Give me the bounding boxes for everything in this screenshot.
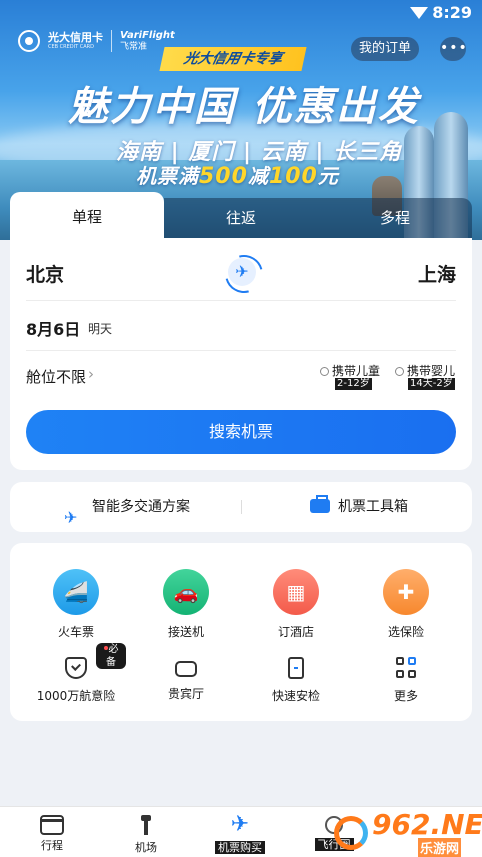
- service-train[interactable]: 🚄 火车票: [26, 569, 126, 640]
- infant-age-label: 14天-2岁: [408, 378, 455, 390]
- service-more[interactable]: 更多: [356, 657, 456, 704]
- shield-icon: [65, 657, 87, 679]
- watermark-number: 962.NET: [372, 808, 482, 841]
- divider: [241, 500, 242, 514]
- site-watermark: 962.NET 乐游网: [330, 808, 482, 857]
- more-menu-button[interactable]: •••: [440, 37, 467, 61]
- grid-icon: [396, 657, 416, 679]
- phone-icon: [288, 657, 304, 679]
- service-hotel[interactable]: ▦ 订酒店: [246, 569, 346, 640]
- my-orders-button[interactable]: 我的订单: [351, 37, 420, 61]
- chevron-right-icon: ›: [88, 365, 94, 383]
- promo-title: 魅力中国 优惠出发: [68, 84, 420, 130]
- service-airport-transfer[interactable]: 🚗 接送机: [136, 569, 236, 640]
- search-flights-button[interactable]: 搜索机票: [26, 410, 456, 454]
- divider: [26, 300, 456, 301]
- service-vip-lounge[interactable]: 贵宾厅: [136, 657, 236, 702]
- service-insurance[interactable]: ✚ 选保险: [356, 569, 456, 640]
- plane-transit-icon: [64, 493, 84, 543]
- radio-icon: [320, 367, 329, 376]
- infant-checkbox[interactable]: 携带婴儿: [395, 362, 455, 379]
- calendar-icon: [40, 815, 64, 835]
- partner-logos: 光大信用卡 CEB CREDIT CARD VariFlight 飞常准: [18, 30, 175, 52]
- ceb-logo-icon: [18, 30, 40, 52]
- multi-transport-button[interactable]: 智能多交通方案: [64, 482, 190, 543]
- train-icon: 🚄: [53, 569, 99, 615]
- status-time: 8:29: [432, 3, 472, 22]
- service-flight-accident-insurance[interactable]: 必备 1000万航意险: [26, 643, 126, 704]
- arrival-city[interactable]: 上海: [418, 260, 456, 287]
- divider: [26, 350, 456, 351]
- insurance-icon: ✚: [383, 569, 429, 615]
- child-checkbox[interactable]: 携带儿童: [320, 362, 380, 379]
- services-grid: 🚄 火车票 🚗 接送机 ▦ 订酒店 ✚ 选保险 必备 1000万航意险 贵宾厅 …: [10, 543, 472, 721]
- hotel-icon: ▦: [273, 569, 319, 615]
- child-age-label: 2-12岁: [335, 378, 372, 390]
- car-icon: 🚗: [163, 569, 209, 615]
- status-bar: 8:29: [0, 0, 482, 26]
- toolbox-icon: [310, 495, 330, 513]
- cabin-class-select[interactable]: 舱位不限: [26, 366, 86, 387]
- must-have-badge: 必备: [96, 643, 126, 669]
- promo-tag: 光大信用卡专享: [159, 47, 307, 71]
- service-fast-security[interactable]: 快速安检: [246, 657, 346, 704]
- logo-divider: [111, 30, 112, 52]
- watermark-site: 乐游网: [418, 838, 462, 857]
- tab-multi-city[interactable]: 多程: [318, 198, 472, 238]
- trip-type-tabs: 单程 往返 多程: [10, 192, 472, 238]
- toolbox-button[interactable]: 机票工具箱: [310, 482, 408, 532]
- control-tower-icon: [134, 813, 158, 837]
- nav-buy-tickets[interactable]: ✈ 机票购买: [200, 813, 280, 855]
- tab-one-way[interactable]: 单程: [10, 192, 164, 238]
- promo-deal: 机票满500减100元: [136, 164, 339, 189]
- ceb-logo: 光大信用卡 CEB CREDIT CARD: [48, 31, 103, 51]
- variflight-logo: VariFlight 飞常准: [120, 30, 175, 52]
- radio-icon: [395, 367, 404, 376]
- flight-search-card: 北京 ✈ 上海 8月6日 明天 舱位不限 › 携带儿童 2-12岁 携带婴儿 1…: [10, 238, 472, 470]
- departure-city[interactable]: 北京: [26, 260, 64, 287]
- swap-cities-icon[interactable]: ✈: [228, 258, 256, 286]
- sofa-icon: [175, 661, 197, 677]
- departure-date[interactable]: 8月6日: [26, 316, 80, 340]
- wifi-icon: [410, 7, 428, 19]
- departure-weekday: 明天: [88, 322, 113, 336]
- plane-icon: ✈: [230, 812, 250, 837]
- nav-airport[interactable]: 机场: [106, 813, 186, 855]
- watermark-logo-icon: [334, 816, 368, 850]
- tab-round-trip[interactable]: 往返: [164, 198, 318, 238]
- nav-itinerary[interactable]: 行程: [12, 813, 92, 853]
- tools-bar: 智能多交通方案 机票工具箱: [10, 482, 472, 543]
